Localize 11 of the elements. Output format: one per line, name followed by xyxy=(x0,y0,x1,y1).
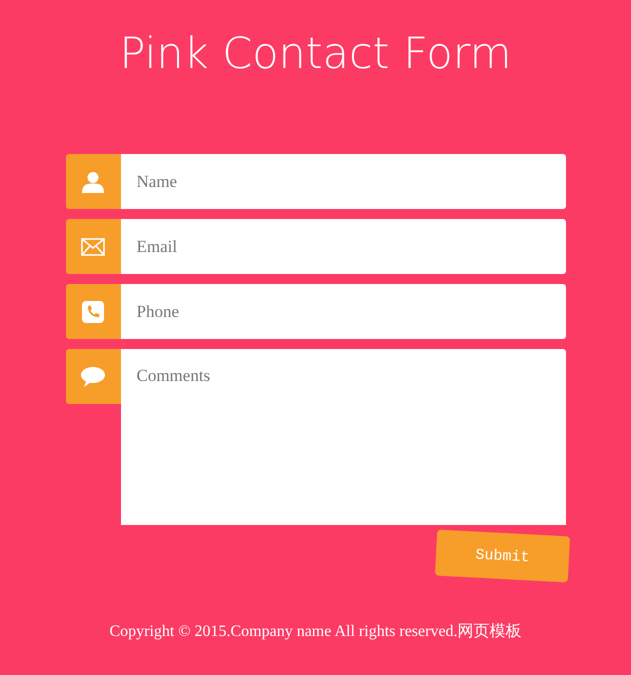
input-field[interactable]: Name xyxy=(120,154,566,209)
person-icon xyxy=(82,170,104,192)
comments-field[interactable]: Comments xyxy=(120,349,566,525)
submit-button[interactable]: Submit xyxy=(434,530,570,582)
page-title: Pink Contact Form xyxy=(119,28,512,81)
speech-bubble-icon xyxy=(81,366,105,386)
envelope-icon xyxy=(81,238,105,256)
copyright-text: Copyright © 2015.Company name All rights reserved.网页模板 xyxy=(109,622,522,642)
phone-icon xyxy=(82,300,104,322)
input-field[interactable]: Email xyxy=(120,219,566,274)
input-field[interactable]: Phone xyxy=(120,284,566,339)
